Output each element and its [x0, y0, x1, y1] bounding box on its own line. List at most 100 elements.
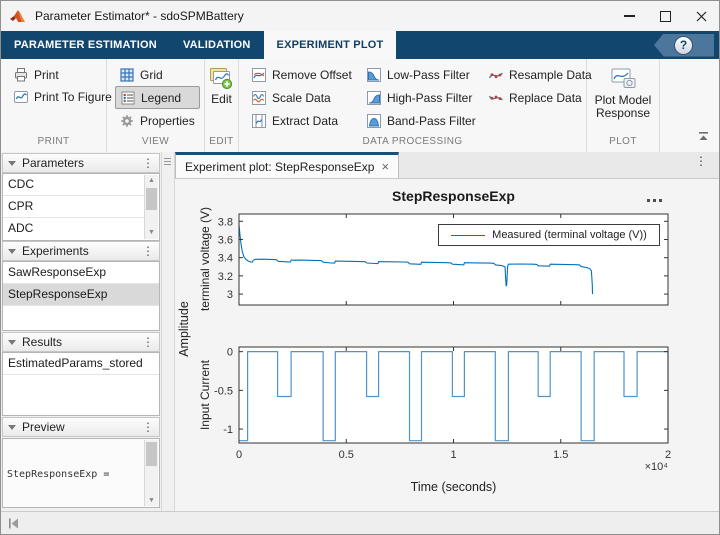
experiments-list: SawResponseExp StepResponseExp [2, 261, 160, 331]
properties-button[interactable]: Properties [115, 110, 200, 131]
list-item[interactable]: EstimatedParams_stored [3, 353, 159, 375]
bottom-y-axis-label: Input Current [198, 360, 212, 430]
scroll-down-icon[interactable]: ▼ [145, 494, 158, 506]
resample-data-icon [488, 67, 504, 83]
gear-icon [119, 113, 135, 129]
preview-pane: StepResponseExp = ' Measured output sign… [2, 438, 160, 508]
status-bar [1, 511, 719, 535]
plot-model-response-button[interactable]: Plot Model Response [587, 63, 659, 120]
scrollbar-thumb[interactable] [146, 188, 157, 210]
plot-group-label: PLOT [587, 136, 659, 152]
printer-icon [13, 67, 29, 83]
help-button[interactable]: ? [654, 34, 714, 57]
list-item[interactable]: CDC [3, 174, 145, 196]
list-item-selected[interactable]: StepResponseExp [3, 284, 159, 306]
collapse-sidebar-button[interactable] [7, 517, 20, 535]
preview-line: StepResponseExp = [7, 468, 155, 482]
list-item-empty[interactable] [3, 306, 159, 327]
svg-text:3: 3 [227, 289, 233, 301]
scroll-up-icon[interactable]: ▲ [145, 175, 158, 187]
collapse-triangle-icon [8, 161, 16, 166]
list-item[interactable]: ADC [3, 218, 145, 239]
svg-text:3.6: 3.6 [218, 234, 233, 246]
list-item[interactable]: SawResponseExp [3, 262, 159, 284]
document-tab[interactable]: Experiment plot: StepResponseExp × [175, 152, 399, 178]
tab-experiment-plot[interactable]: EXPERIMENT PLOT [264, 31, 397, 59]
plot-options-icon[interactable] [647, 199, 662, 202]
scale-data-button[interactable]: Scale Data [247, 87, 356, 108]
parameters-panel-header[interactable]: Parameters ⋮ [2, 153, 160, 173]
document-tab-close-icon[interactable]: × [381, 159, 389, 174]
scroll-down-icon[interactable]: ▼ [145, 227, 158, 239]
document-area: Experiment plot: StepResponseExp × ⋮ 3 3.… [175, 152, 719, 511]
title-bar: Parameter Estimator* - sdoSPMBattery [1, 1, 719, 31]
print-button[interactable]: Print [9, 64, 102, 85]
svg-text:0: 0 [227, 347, 233, 359]
experiments-menu-icon[interactable]: ⋮ [142, 246, 154, 256]
svg-text:2: 2 [665, 449, 671, 461]
extract-data-icon [251, 113, 267, 129]
ribbon-group-print: Print Print To Figure PRINT [1, 59, 107, 152]
results-menu-icon[interactable]: ⋮ [142, 337, 154, 347]
plot-legend[interactable]: Measured (terminal voltage (V)) [438, 224, 660, 246]
parameters-scrollbar[interactable]: ▲ ▼ [144, 175, 158, 239]
low-pass-filter-button[interactable]: Low-Pass Filter [362, 64, 478, 85]
legend-button[interactable]: Legend [115, 86, 200, 109]
splitter-grip-icon [164, 158, 171, 167]
shared-y-axis-label: Amplitude [177, 301, 191, 357]
remove-offset-button[interactable]: Remove Offset [247, 64, 356, 85]
experiments-panel-header[interactable]: Experiments ⋮ [2, 241, 160, 261]
collapse-ribbon-button[interactable] [698, 128, 709, 146]
document-tab-label: Experiment plot: StepResponseExp [185, 160, 374, 174]
list-item[interactable]: CPR [3, 196, 145, 218]
document-menu-icon[interactable]: ⋮ [695, 157, 707, 165]
print-to-figure-button[interactable]: Print To Figure [9, 86, 102, 107]
results-panel-header[interactable]: Results ⋮ [2, 332, 160, 352]
remove-offset-icon [251, 67, 267, 83]
ribbon-group-data-processing: Remove Offset Scale Data Extract Data Lo… [239, 59, 587, 152]
svg-text:3.8: 3.8 [218, 216, 233, 228]
print-group-label: PRINT [1, 136, 106, 152]
browser-sidebar: Parameters ⋮ CDC CPR ADC ▲ ▼ Experiments… [1, 152, 161, 511]
resample-data-button[interactable]: Resample Data [484, 64, 582, 85]
maximize-button[interactable] [647, 1, 683, 31]
replace-data-button[interactable]: Replace Data [484, 87, 582, 108]
data-processing-group-label: DATA PROCESSING [239, 136, 586, 152]
minimize-button[interactable] [611, 1, 647, 31]
ribbon-spacer [660, 59, 719, 152]
svg-text:3.2: 3.2 [218, 271, 233, 283]
preview-panel-header[interactable]: Preview ⋮ [2, 417, 160, 437]
band-pass-filter-button[interactable]: Band-Pass Filter [362, 110, 478, 131]
grid-button[interactable]: Grid [115, 64, 200, 85]
svg-text:-0.5: -0.5 [214, 385, 233, 397]
parameters-list: CDC CPR ADC ▲ ▼ [2, 173, 160, 241]
preview-scrollbar[interactable]: ▼ [144, 440, 158, 506]
plot-title: StepResponseExp [239, 188, 668, 204]
x-axis-label: Time (seconds) [239, 480, 668, 494]
legend-icon [120, 90, 136, 106]
svg-text:1: 1 [450, 449, 456, 461]
parameters-menu-icon[interactable]: ⋮ [142, 158, 154, 168]
ribbon-tab-bar: PARAMETER ESTIMATION VALIDATION EXPERIME… [1, 31, 719, 59]
scrollbar-thumb[interactable] [146, 442, 157, 466]
extract-data-button[interactable]: Extract Data [247, 110, 356, 131]
edit-plot-icon [209, 67, 234, 90]
svg-text:-1: -1 [223, 424, 233, 436]
legend-entry-label: Measured (terminal voltage (V)) [492, 229, 647, 241]
tab-parameter-estimation[interactable]: PARAMETER ESTIMATION [1, 31, 170, 59]
collapse-ribbon-icon [698, 131, 709, 141]
view-group-label: VIEW [107, 136, 204, 152]
top-y-axis-label: terminal voltage (V) [198, 207, 212, 311]
close-button[interactable] [683, 1, 719, 31]
preview-menu-icon[interactable]: ⋮ [142, 422, 154, 432]
low-pass-filter-icon [366, 67, 382, 83]
collapse-triangle-icon [8, 340, 16, 345]
high-pass-filter-button[interactable]: High-Pass Filter [362, 87, 478, 108]
edit-button[interactable]: Edit [205, 63, 238, 106]
svg-text:0: 0 [236, 449, 242, 461]
tab-validation[interactable]: VALIDATION [170, 31, 264, 59]
app-window: Parameter Estimator* - sdoSPMBattery PAR… [0, 0, 720, 535]
preview-panel-title: Preview [22, 420, 65, 434]
panel-splitter[interactable] [161, 152, 175, 511]
ribbon-group-plot: Plot Model Response PLOT [587, 59, 660, 152]
